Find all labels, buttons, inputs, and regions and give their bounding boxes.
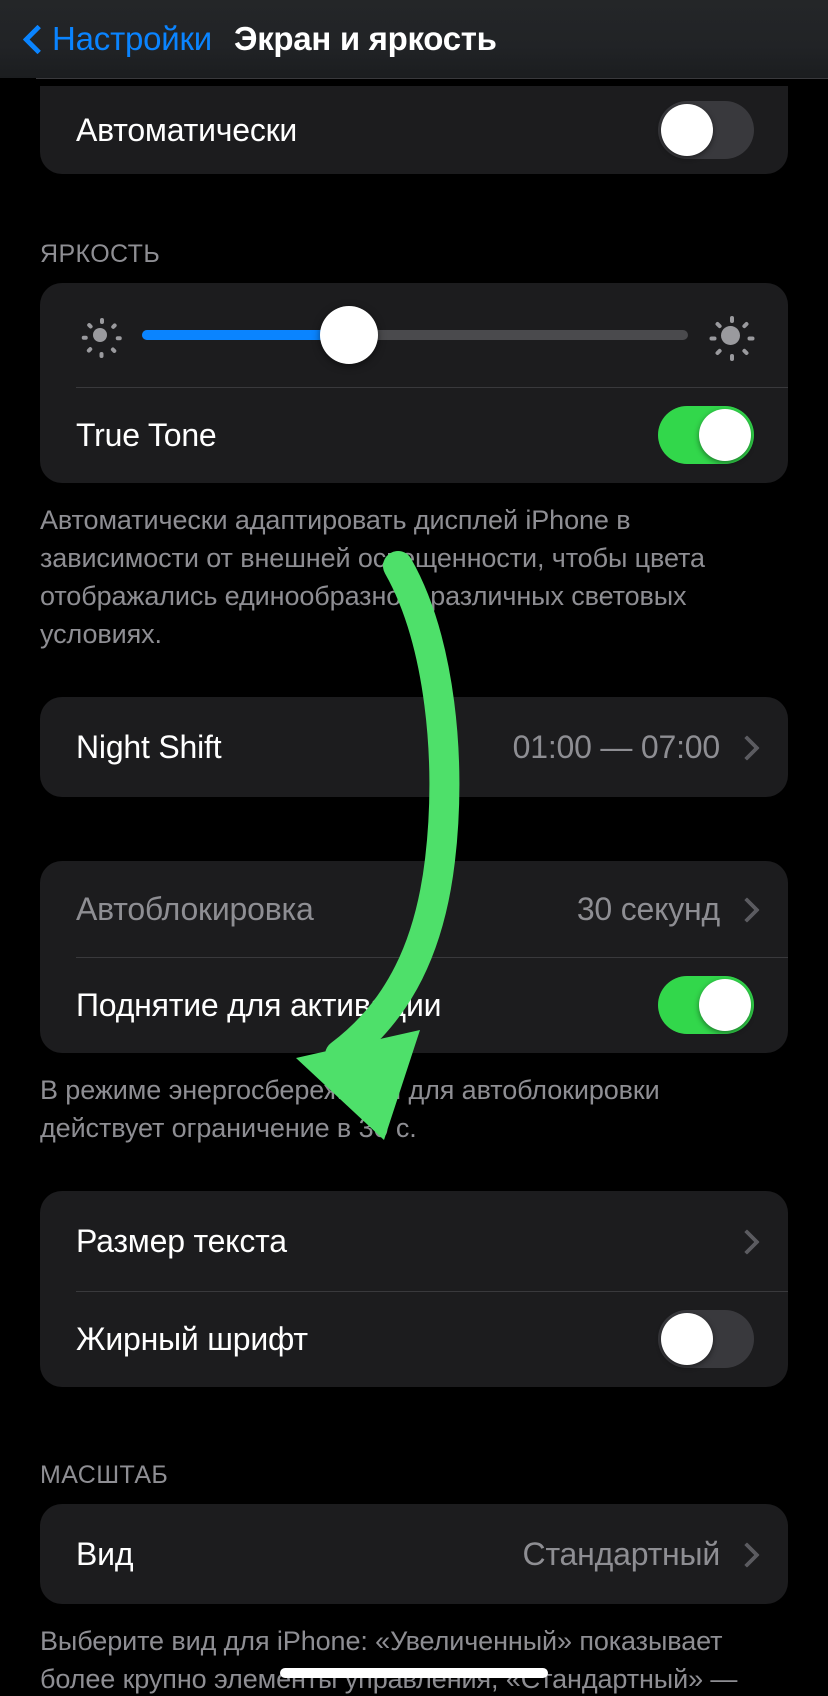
autolock-group: Автоблокировка 30 секунд Поднятие для ак… [40, 861, 788, 1053]
chevron-right-icon [738, 733, 754, 761]
row-autolock-label: Автоблокировка [76, 890, 314, 927]
toggle-knob [699, 979, 751, 1031]
row-text-size[interactable]: Размер текста [40, 1191, 788, 1291]
row-autolock-value: 30 секунд [576, 890, 720, 927]
home-indicator [280, 1668, 548, 1678]
row-autolock-accessory: 30 секунд [577, 891, 754, 928]
row-autolock[interactable]: Автоблокировка 30 секунд [40, 861, 788, 957]
brightness-low-icon [76, 311, 124, 359]
row-raise-to-wake-label: Поднятие для активации [76, 986, 442, 1023]
zoom-section-footer: Выберите вид для iPhone: «Увеличенный» п… [40, 1626, 738, 1694]
back-button-label: Настройки [52, 20, 213, 57]
row-night-shift-value: 01:00 — 07:00 [512, 728, 721, 765]
raise-to-wake-toggle[interactable] [658, 976, 754, 1034]
page-title: Экран и яркость [234, 20, 497, 57]
night-shift-group: Night Shift 01:00 — 07:00 [40, 697, 788, 797]
row-automatic-label: Автоматически [76, 111, 298, 148]
row-separator [76, 1291, 788, 1292]
navigation-bar: Настройки Экран и яркость [0, 0, 828, 78]
brightness-section-footer: Автоматически адаптировать дисплей iPhon… [40, 505, 705, 649]
row-view-accessory: Стандартный [523, 1536, 754, 1573]
true-tone-toggle[interactable] [658, 406, 754, 464]
row-raise-to-wake[interactable]: Поднятие для активации [40, 957, 788, 1053]
chevron-left-icon [22, 20, 44, 58]
row-separator [76, 387, 788, 388]
brightness-slider-row[interactable] [40, 283, 788, 387]
row-text-size-label: Размер текста [76, 1222, 287, 1259]
chevron-right-icon [738, 895, 754, 923]
row-night-shift-label: Night Shift [76, 728, 222, 765]
row-raise-to-wake-accessory [658, 976, 754, 1034]
row-night-shift[interactable]: Night Shift 01:00 — 07:00 [40, 697, 788, 797]
row-text-size-accessory [738, 1227, 754, 1255]
brightness-section-header: ЯРКОСТЬ [40, 240, 161, 268]
chevron-right-icon [738, 1227, 754, 1255]
row-true-tone[interactable]: True Tone [40, 387, 788, 483]
row-bold-text-accessory [658, 1310, 754, 1368]
row-bold-text-label: Жирный шрифт [76, 1320, 308, 1357]
row-view-value: Стандартный [522, 1535, 721, 1572]
automatic-toggle[interactable] [658, 101, 754, 159]
row-night-shift-accessory: 01:00 — 07:00 [513, 729, 754, 766]
chevron-right-icon [738, 1540, 754, 1568]
appearance-group: Автоматически [36, 78, 828, 174]
row-view-label: Вид [76, 1535, 134, 1572]
row-true-tone-label: True Tone [76, 416, 217, 453]
brightness-track[interactable] [142, 283, 688, 387]
row-automatic-accessory [658, 101, 754, 159]
zoom-section-header: МАСШТАБ [40, 1461, 169, 1489]
iphone-screen: Настройки Экран и яркость Автоматически … [0, 0, 828, 1696]
toggle-knob [661, 104, 713, 156]
settings-scroll-view[interactable]: Автоматически ЯРКОСТЬ True Tone Автомати… [0, 78, 828, 1696]
row-true-tone-accessory [658, 406, 754, 464]
row-automatic[interactable]: Автоматически [40, 86, 788, 174]
brightness-high-icon [706, 311, 755, 361]
autolock-section-footer: В режиме энергосбережения для автоблокир… [40, 1075, 660, 1143]
toggle-knob [699, 409, 751, 461]
toggle-knob [661, 1313, 713, 1365]
text-group: Размер текста Жирный шрифт [40, 1191, 788, 1387]
brightness-track-fill [142, 330, 350, 340]
brightness-group: True Tone [40, 283, 788, 483]
row-bold-text[interactable]: Жирный шрифт [40, 1291, 788, 1387]
back-button[interactable]: Настройки [22, 20, 212, 58]
bold-text-toggle[interactable] [658, 1310, 754, 1368]
row-view[interactable]: Вид Стандартный [40, 1504, 788, 1604]
zoom-group: Вид Стандартный [40, 1504, 788, 1604]
row-separator [76, 957, 788, 958]
brightness-slider-thumb[interactable] [320, 306, 379, 364]
